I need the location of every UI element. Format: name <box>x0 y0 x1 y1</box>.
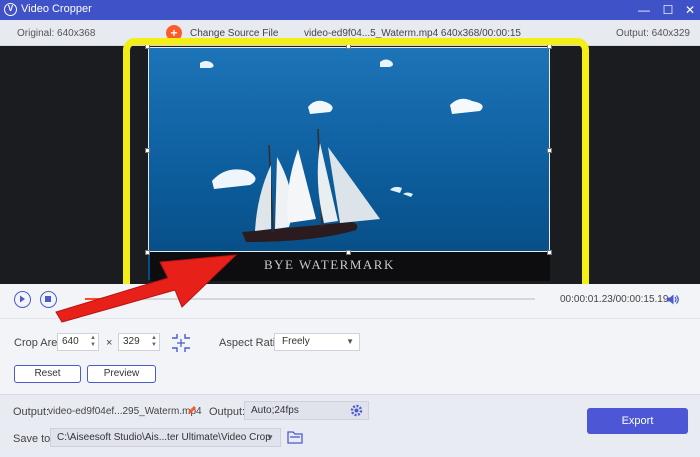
preview-button[interactable]: Preview <box>87 365 156 383</box>
save-to-label: Save to: <box>13 433 54 445</box>
spinner-arrows-icon[interactable]: ▲ ▼ <box>90 335 96 349</box>
save-path-value: C:\Aiseesoft Studio\Ais...ter Ultimate\V… <box>57 432 271 443</box>
crop-width-value: 640 <box>62 336 79 347</box>
stop-button[interactable] <box>40 291 57 308</box>
export-button[interactable]: Export <box>587 408 688 434</box>
folder-icon[interactable] <box>287 430 303 444</box>
timecode: 00:00:01.23/00:00:15.19 <box>560 294 669 305</box>
play-button[interactable] <box>14 291 31 308</box>
output-filename: video-ed9f04ef...295_Waterm.mp4 <box>48 406 202 417</box>
output-settings-label: Output: <box>209 406 246 418</box>
progress-bar[interactable] <box>85 298 535 300</box>
save-path-select[interactable]: C:\Aiseesoft Studio\Ais...ter Ultimate\V… <box>50 428 281 447</box>
app-icon: V <box>4 3 17 16</box>
title-bar: V Video Cropper — ☐ ✕ <box>0 0 700 20</box>
close-button[interactable]: ✕ <box>682 2 698 18</box>
playback-controls: 00:00:01.23/00:00:15.19 <box>0 284 700 318</box>
window-title: Video Cropper <box>21 3 92 15</box>
output-settings-value: Auto;24fps <box>251 405 299 416</box>
center-crop-icon[interactable] <box>170 333 192 353</box>
output-label: Output: <box>13 406 50 418</box>
highlight-box <box>123 38 589 297</box>
play-icon <box>20 295 25 303</box>
volume-icon[interactable] <box>666 293 679 306</box>
crop-height-value: 329 <box>123 336 140 347</box>
output-size: Output: 640x329 <box>616 28 690 39</box>
edit-pencil-icon[interactable] <box>186 405 197 416</box>
chevron-down-icon: ▼ <box>346 337 354 346</box>
crop-settings: Crop Area: 640 ▲ ▼ × 329 ▲ ▼ Aspect Ratio:… <box>0 318 700 394</box>
chevron-down-icon: ▼ <box>266 433 274 442</box>
gear-icon[interactable] <box>350 404 363 417</box>
aspect-ratio-value: Freely <box>282 336 310 347</box>
original-size: Original: 640x368 <box>17 28 96 39</box>
crop-width-input[interactable]: 640 ▲ ▼ <box>57 333 99 351</box>
output-bar: Output: video-ed9f04ef...295_Waterm.mp4 … <box>0 394 700 457</box>
minimize-button[interactable]: — <box>636 2 652 18</box>
times-sign: × <box>106 337 113 349</box>
maximize-button[interactable]: ☐ <box>660 2 676 18</box>
stop-icon <box>45 296 51 302</box>
crop-height-input[interactable]: 329 ▲ ▼ <box>118 333 160 351</box>
spinner-arrows-icon[interactable]: ▲ ▼ <box>151 335 157 349</box>
aspect-ratio-select[interactable]: Freely ▼ <box>274 333 360 351</box>
reset-button[interactable]: Reset <box>14 365 81 383</box>
progress-fill <box>85 298 121 300</box>
